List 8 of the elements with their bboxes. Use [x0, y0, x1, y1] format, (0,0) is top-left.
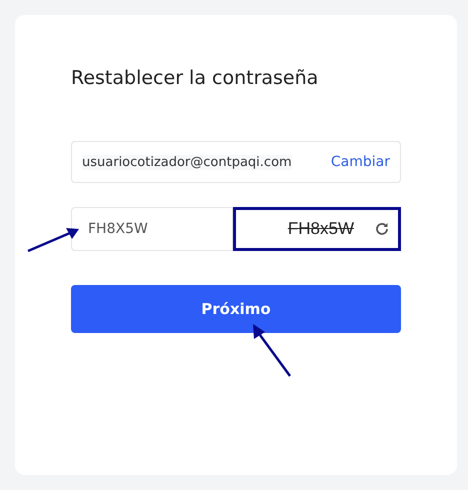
refresh-icon[interactable]	[374, 221, 390, 237]
page-title: Restablecer la contraseña	[71, 67, 320, 89]
captcha-input[interactable]: FH8X5W	[71, 207, 233, 251]
next-button[interactable]: Próximo	[71, 285, 401, 333]
email-field[interactable]: usuariocotizador@contpaqi.com Cambiar	[71, 141, 401, 183]
email-value: usuariocotizador@contpaqi.com	[82, 154, 292, 170]
captcha-text: FH8x5W	[286, 219, 355, 239]
change-link[interactable]: Cambiar	[330, 154, 390, 170]
